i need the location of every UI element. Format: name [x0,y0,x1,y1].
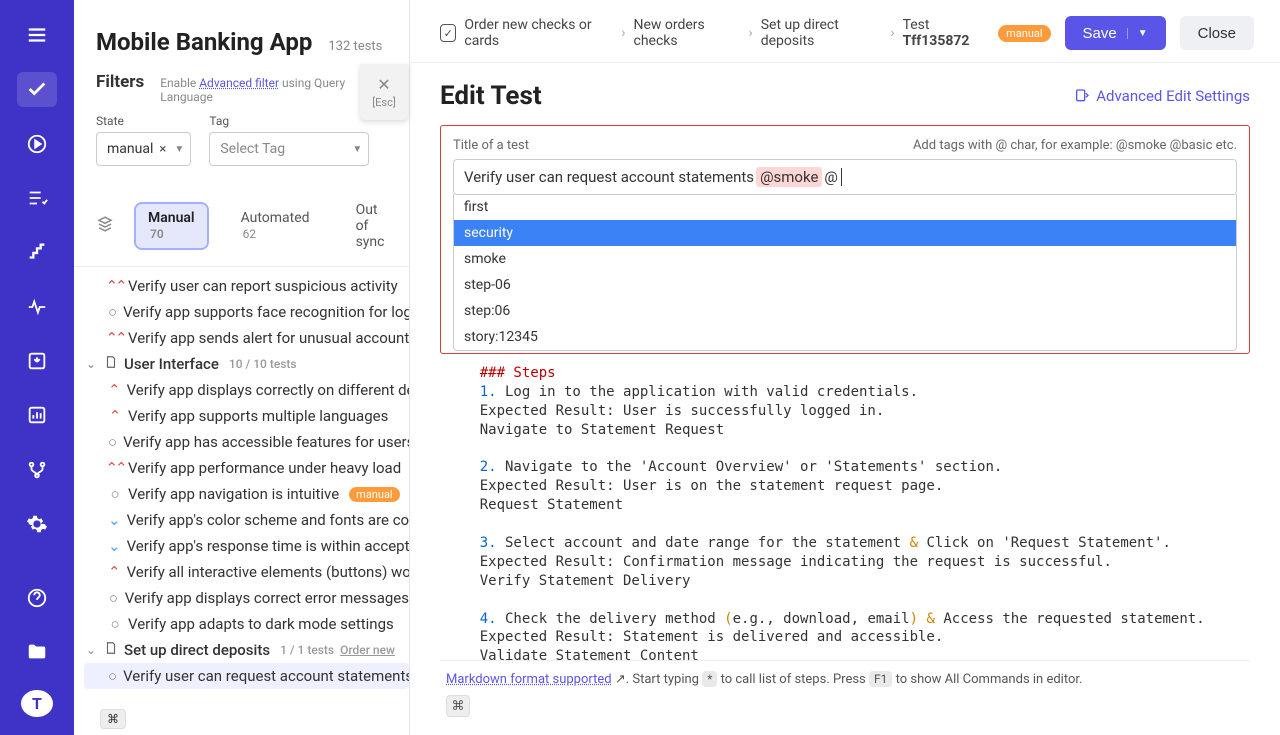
clear-state-icon[interactable]: × [159,142,166,157]
dropdown-item[interactable]: step:06 [454,298,1236,324]
dropdown-item[interactable]: smoke [454,246,1236,272]
tree-item[interactable]: ○Verify user can request account stateme… [84,663,409,689]
tree-item[interactable]: ⌄Verify app's response time is within ac… [84,533,409,559]
test-editor[interactable]: ### Steps 1. Log in to the application w… [440,354,1250,660]
list-check-icon[interactable] [17,181,57,215]
tree-item[interactable]: ⌄Verify app's color scheme and fonts are… [84,507,409,533]
dropdown-item[interactable]: step-06 [454,272,1236,298]
test-tree: ⌃⌃Verify user can report suspicious acti… [74,267,409,735]
pulse-icon[interactable] [17,289,57,323]
layers-icon[interactable] [96,215,114,237]
breadcrumb-test: Test Tff135872 [903,17,991,49]
manual-badge: manual [998,25,1050,42]
close-panel-button[interactable]: ✕ [Esc] [360,64,408,120]
save-button[interactable]: Save▼ [1065,16,1166,50]
folder-icon[interactable] [17,635,57,669]
tab-manual[interactable]: Manual 70 [136,204,207,248]
check-icon[interactable] [17,72,57,106]
tree-item[interactable]: ○Verify app adapts to dark mode settings [84,611,409,637]
state-select[interactable]: manual×▼ [96,132,191,166]
steps-icon[interactable] [17,235,57,269]
dropdown-item[interactable]: security [454,220,1236,246]
tree-item[interactable]: ⌃⌃Verify app performance under heavy loa… [84,455,409,481]
tree-item[interactable]: ⌃Verify all interactive elements (button… [84,559,409,585]
chart-icon[interactable] [17,398,57,432]
enable-advanced-filter: Enable Advanced filter using Query Langu… [160,76,387,104]
breadcrumb-item[interactable]: Set up direct deposits [761,17,883,49]
kbd-f1: F1 [869,671,892,687]
tree-item[interactable]: ○Verify app supports face recognition fo… [84,299,409,325]
chevron-down-icon: ▼ [174,144,184,155]
markdown-link[interactable]: Markdown format supported [446,672,612,687]
app-logo[interactable]: T [21,690,53,717]
title-input[interactable]: Verify user can request account statemen… [453,159,1237,195]
esc-label: [Esc] [372,96,396,109]
tree-section[interactable]: ⌄User Interface10 / 10 tests [84,351,409,377]
tree-item[interactable]: ⌃⌃Verify app sends alert for unusual acc… [84,325,409,351]
tag-hint: Add tags with @ char, for example: @smok… [913,138,1237,153]
chevron-down-icon: ▼ [352,144,362,155]
state-label: State [96,114,191,128]
tree-item[interactable]: ⌃Verify app supports multiple languages [84,403,409,429]
dropdown-item[interactable]: first [454,194,1236,220]
test-count: 132 tests [328,39,382,54]
nav-sidebar: T [0,0,74,735]
tree-item[interactable]: ○Verify app displays correct error messa… [84,585,409,611]
tree-item[interactable]: ⌃⌃Verify user can report suspicious acti… [84,273,409,299]
tree-item[interactable]: ○Verify app navigation is intuitivemanua… [84,481,409,507]
breadcrumb-item[interactable]: Order new checks or cards [464,17,613,49]
advanced-settings-link[interactable]: Advanced Edit Settings [1074,87,1250,105]
page-heading: Edit Test [440,81,542,111]
tag-autocomplete-dropdown: firstsecuritysmokestep-06step:06story:12… [453,194,1237,351]
menu-icon[interactable] [17,18,57,52]
breadcrumb: ✓ Order new checks or cards› New orders … [440,17,1051,49]
cmd-key-badge[interactable]: ⌘ [100,709,126,729]
import-icon[interactable] [17,344,57,378]
tree-item[interactable]: ⌃Verify app displays correctly on differ… [84,377,409,403]
tree-section[interactable]: ⌄Set up direct deposits1 / 1 testsOrder … [84,637,409,663]
chevron-down-icon[interactable]: ▼ [1127,28,1148,39]
title-field-wrapper: Title of a test Add tags with @ char, fo… [440,125,1250,354]
tree-item[interactable]: ○Verify app has accessible features for … [84,429,409,455]
close-icon: ✕ [377,75,390,94]
breadcrumb-item[interactable]: New orders checks [633,17,740,49]
editor-footer: Markdown format supported ↗. Start typin… [440,660,1250,725]
tab-automated[interactable]: Automated 62 [229,204,322,248]
tab-out-of-sync[interactable]: Out of sync [344,196,397,256]
main-panel: ✓ Order new checks or cards› New orders … [410,0,1280,735]
tag-chip-smoke: @smoke [756,167,822,187]
play-icon[interactable] [17,127,57,161]
cmd-key-button[interactable]: ⌘ [446,695,470,717]
branch-icon[interactable] [17,452,57,486]
tag-select[interactable]: Select Tag▼ [209,132,369,166]
project-title: Mobile Banking App [96,28,312,56]
checkbox-icon[interactable]: ✓ [440,24,456,42]
advanced-filter-link[interactable]: Advanced filter [199,76,279,90]
title-label: Title of a test [453,138,529,153]
help-icon[interactable] [17,581,57,615]
kbd-star: * [702,671,717,687]
dropdown-item[interactable]: story:12345 [454,324,1236,350]
gear-icon[interactable] [17,507,57,541]
tag-label: Tag [209,114,369,128]
filters-label: Filters [96,72,144,92]
close-button[interactable]: Close [1180,16,1254,50]
